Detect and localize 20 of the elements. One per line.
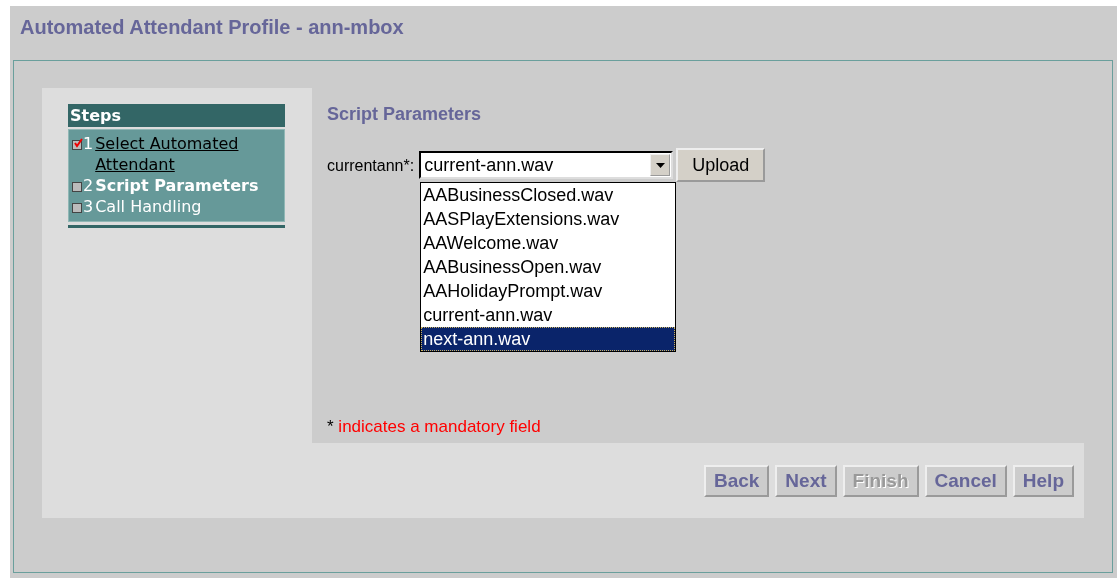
step-number: 3 [83, 196, 94, 217]
step-link[interactable]: Select Automated Attendant [95, 133, 266, 175]
step-label: Script Parameters [95, 175, 259, 196]
section-title: Script Parameters [327, 104, 483, 125]
dropdown-option[interactable]: AAHolidayPrompt.wav [421, 279, 676, 303]
dropdown-option[interactable]: AABusinessClosed.wav [421, 183, 676, 207]
dropdown-option[interactable]: current-ann.wav [421, 303, 676, 327]
step-number: 1 [83, 133, 94, 154]
file-dropdown[interactable]: current-ann.wav [419, 151, 674, 179]
dropdown-option[interactable]: AABusinessOpen.wav [421, 255, 676, 279]
steps-header: Steps [68, 104, 285, 127]
dropdown-option[interactable]: AASPlayExtensions.wav [421, 207, 676, 231]
field-label: currentann*: [327, 157, 415, 175]
dropdown-option[interactable]: AAWelcome.wav [421, 231, 676, 255]
mandatory-note: * indicates a mandatory field [327, 417, 542, 437]
step-label: Call Handling [95, 196, 202, 217]
dropdown-option[interactable]: next-ann.wav [421, 327, 676, 351]
step-number: 2 [83, 175, 94, 196]
upload-button[interactable]: Upload [676, 148, 766, 182]
page-title: Automated Attendant Profile - ann-mbox [19, 16, 405, 40]
